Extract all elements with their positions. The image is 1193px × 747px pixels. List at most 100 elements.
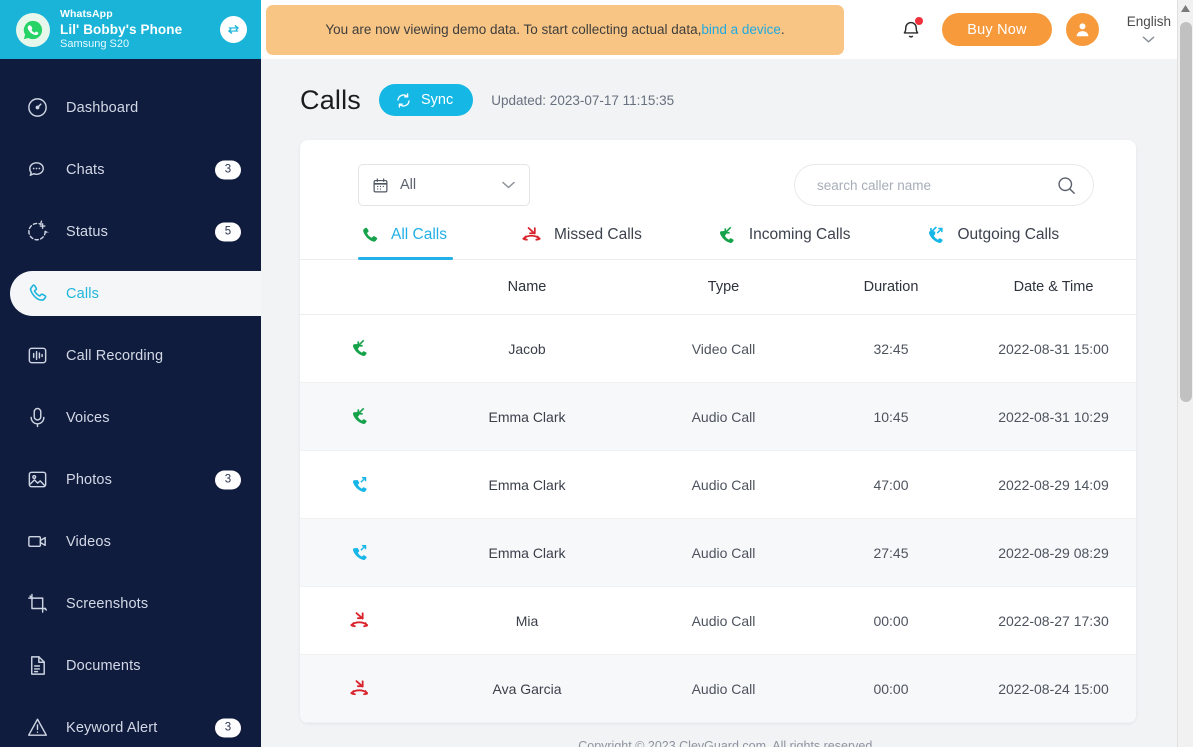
column-header-icon (300, 260, 418, 315)
sidebar-item-label: Status (66, 223, 109, 240)
cell-duration: 32:45 (873, 340, 909, 357)
scrollbar-thumb[interactable] (1180, 22, 1192, 402)
cell-duration: 00:00 (873, 612, 909, 629)
device-phone-label: Lil' Bobby's Phone (60, 21, 183, 37)
page-scrollbar[interactable] (1177, 0, 1193, 747)
table-row[interactable]: Mia Audio Call 00:00 2022-08-27 17:30 (300, 587, 1136, 655)
cell-call-direction (300, 655, 418, 723)
updated-timestamp: Updated: 2023-07-17 11:15:35 (491, 92, 675, 108)
chevron-down-icon (501, 180, 516, 190)
sidebar-item-label: Call Recording (66, 347, 164, 364)
column-header-datetime: Date & Time (1013, 279, 1094, 295)
sidebar-item-calls[interactable]: Calls (10, 271, 261, 316)
cell-duration: 10:45 (873, 408, 909, 425)
sidebar-item-label: Photos (66, 471, 113, 488)
tab-all-calls[interactable]: All Calls (358, 224, 453, 260)
tab-label: Outgoing Calls (957, 226, 1060, 243)
sidebar-item-label: Keyword Alert (66, 719, 158, 736)
user-avatar-icon[interactable] (1065, 13, 1099, 46)
sidebar-item-call-recording[interactable]: Call Recording (0, 333, 261, 378)
cell-datetime: 2022-08-27 17:30 (998, 612, 1109, 629)
swap-device-icon[interactable] (220, 16, 247, 43)
search-box[interactable] (794, 164, 1094, 206)
cell-type: Audio Call (691, 476, 756, 493)
table-row[interactable]: Jacob Video Call 32:45 2022-08-31 15:00 (300, 315, 1136, 383)
page-title: Calls (300, 84, 362, 115)
video-camera-icon (24, 528, 51, 555)
bind-device-link[interactable]: bind a device (701, 20, 781, 40)
table-row[interactable]: Emma Clark Audio Call 27:45 2022-08-29 08:2… (300, 518, 1136, 587)
sidebar-badge: 3 (215, 470, 241, 489)
cell-name: Ava Garcia (492, 680, 562, 697)
cell-type: Video Call (691, 340, 756, 357)
device-header: WhatsApp Lil' Bobby's Phone Samsung S20 (0, 0, 261, 59)
notification-dot (915, 16, 924, 25)
cell-name: Emma Clark (488, 476, 566, 493)
sidebar-item-keyword-alert[interactable]: Keyword Alert 3 (0, 705, 261, 747)
cell-type: Audio Call (691, 408, 756, 425)
date-filter-value: All (400, 177, 417, 193)
table-row[interactable]: Ava Garcia Audio Call 00:00 2022-08-24 15:0… (300, 654, 1136, 723)
cell-name: Mia (515, 612, 539, 629)
search-input[interactable] (817, 177, 1056, 193)
sidebar-item-documents[interactable]: Documents (0, 643, 261, 688)
sidebar-nav: Dashboard Chats 3 Status 5 Calls Call Re… (0, 59, 261, 747)
cell-call-direction (300, 519, 418, 587)
tab-label: All Calls (391, 226, 447, 243)
outgoing-call-blue-icon (300, 542, 418, 563)
cell-name: Jacob (508, 340, 546, 357)
sidebar-item-status[interactable]: Status 5 (0, 209, 261, 254)
sync-button[interactable]: Sync (379, 84, 474, 116)
cell-call-direction (300, 451, 418, 519)
sidebar-item-label: Videos (66, 533, 111, 550)
sidebar-item-voices[interactable]: Voices (0, 395, 261, 440)
sidebar-item-chats[interactable]: Chats 3 (0, 147, 261, 192)
tab-missed-calls[interactable]: Missed Calls (521, 224, 642, 259)
cell-name: Emma Clark (488, 544, 566, 561)
sidebar-item-dashboard[interactable]: Dashboard (0, 85, 261, 130)
cell-type: Audio Call (691, 680, 756, 697)
incoming-call-green-icon (300, 338, 418, 359)
calls-card: All All (300, 140, 1136, 723)
sidebar-item-screenshots[interactable]: Screenshots (0, 581, 261, 626)
column-header-name: Name (507, 279, 547, 295)
scroll-up-arrow-icon[interactable] (1178, 0, 1193, 16)
cell-datetime: 2022-08-31 15:00 (998, 340, 1109, 357)
tab-outgoing-calls[interactable]: Outgoing Calls (925, 224, 1060, 259)
language-label: English (1126, 14, 1171, 30)
language-selector[interactable]: English (1127, 15, 1171, 44)
table-body: Jacob Video Call 32:45 2022-08-31 15:00 Emma… (300, 315, 1136, 723)
crop-icon (24, 590, 51, 617)
sidebar-item-videos[interactable]: Videos (0, 519, 261, 564)
sync-label: Sync (421, 92, 454, 108)
date-filter-select[interactable]: All (358, 164, 530, 206)
device-app-name: WhatsApp (60, 7, 113, 20)
call-type-tabs: All Calls Missed Calls Incoming Calls Ou… (300, 206, 1136, 260)
outgoing-call-blue-icon (925, 224, 947, 246)
sidebar: WhatsApp Lil' Bobby's Phone Samsung S20 … (0, 0, 261, 747)
cell-call-direction (300, 315, 418, 383)
sidebar-badge: 3 (215, 160, 241, 179)
cell-datetime: 2022-08-31 10:29 (998, 408, 1109, 425)
sidebar-item-photos[interactable]: Photos 3 (0, 457, 261, 502)
tab-label: Missed Calls (553, 226, 642, 243)
device-meta: WhatsApp Lil' Bobby's Phone Samsung S20 (60, 7, 210, 50)
cell-type: Audio Call (691, 544, 756, 561)
search-icon[interactable] (1056, 175, 1077, 196)
sidebar-item-label: Voices (66, 409, 110, 426)
table-row[interactable]: Emma Clark Audio Call 47:00 2022-08-29 14:0… (300, 451, 1136, 519)
cell-duration: 27:45 (873, 544, 909, 561)
sidebar-item-label: Chats (66, 161, 105, 178)
tab-incoming-calls[interactable]: Incoming Calls (716, 224, 851, 259)
sidebar-badge: 5 (215, 222, 241, 241)
buy-now-button[interactable]: Buy Now (942, 13, 1052, 46)
missed-call-red-icon (300, 610, 418, 631)
footer-copyright: Copyright © 2023 ClevGuard.com. All righ… (578, 739, 876, 747)
incoming-call-green-icon (716, 224, 738, 246)
warning-triangle-icon (24, 714, 51, 741)
notification-bell-icon[interactable] (896, 15, 926, 45)
table-row[interactable]: Emma Clark Audio Call 10:45 2022-08-31 10:2… (300, 382, 1136, 451)
cell-datetime: 2022-08-29 08:29 (998, 544, 1109, 561)
card-toolbar: All (300, 140, 1136, 206)
sidebar-badge: 3 (215, 718, 241, 737)
